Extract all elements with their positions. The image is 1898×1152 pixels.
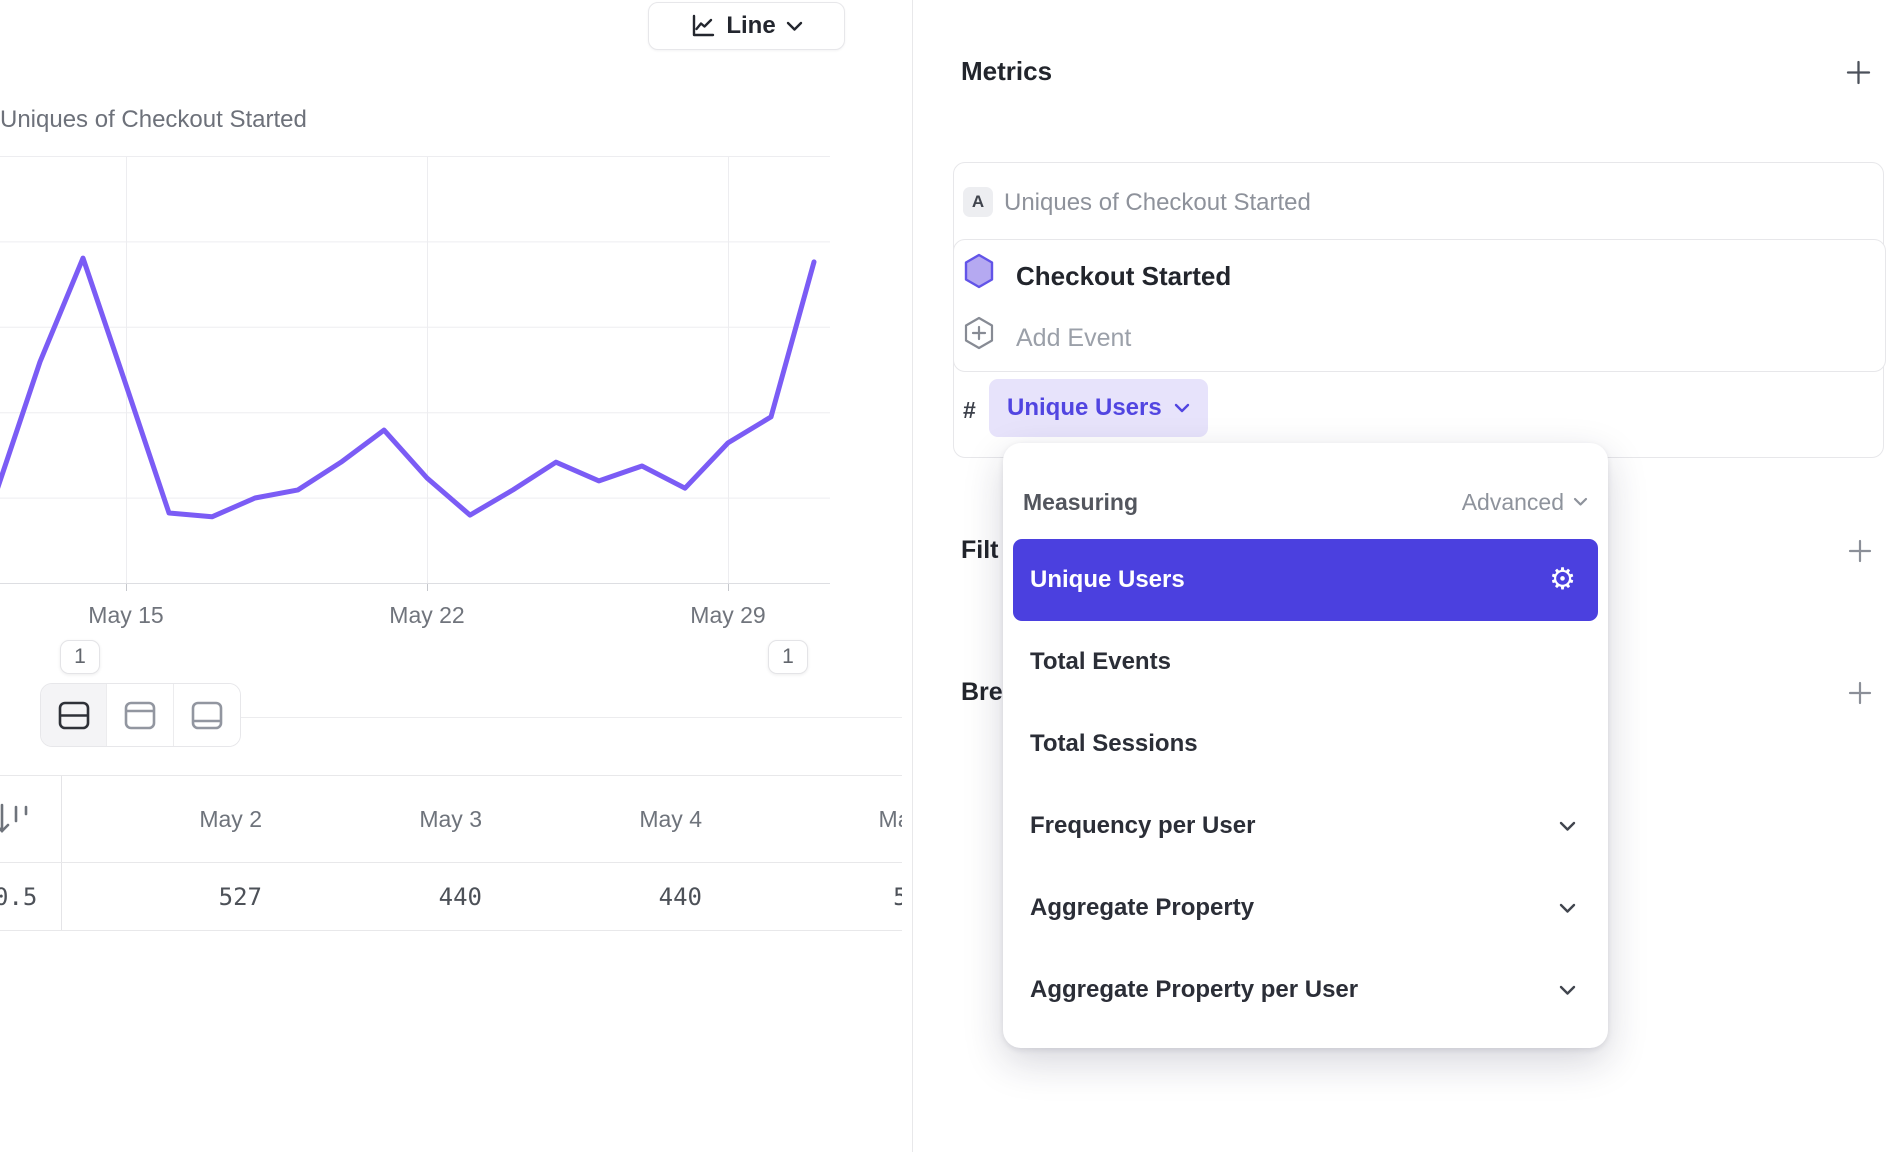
x-axis-tick-label: May 15: [56, 602, 196, 629]
add-metric-button[interactable]: [1844, 58, 1872, 86]
chart-type-button[interactable]: Line: [648, 2, 845, 50]
advanced-mode-selector[interactable]: Advanced: [1462, 489, 1588, 516]
table-sort-cell[interactable]: [0, 776, 62, 862]
measuring-label: Measuring: [1023, 489, 1138, 516]
plus-icon: [1847, 680, 1873, 706]
table-header-row: May 2May 3May 4May: [0, 776, 902, 863]
table-column-header[interactable]: May 4: [502, 776, 722, 862]
measure-selector[interactable]: Unique Users: [989, 379, 1208, 437]
measuring-popup-header: Measuring Advanced: [1003, 443, 1608, 535]
measuring-option-total-sessions[interactable]: Total Sessions: [1013, 703, 1598, 785]
chart-title: Uniques of Checkout Started: [0, 106, 307, 134]
x-axis-tick-label: May 29: [658, 602, 798, 629]
plus-icon: [1845, 59, 1872, 86]
table-row-label-cell: 0.5: [0, 863, 62, 930]
line-chart-icon: [690, 13, 716, 39]
layout-top-button[interactable]: [107, 684, 173, 746]
event-card: Checkout Started Add Event: [953, 239, 1886, 372]
measuring-option-aggregate-property[interactable]: Aggregate Property: [1013, 867, 1598, 949]
metric-card-title: Uniques of Checkout Started: [1004, 189, 1311, 217]
results-table: May 2May 3May 4May 0.5 52744044051: [0, 775, 902, 931]
advanced-label: Advanced: [1462, 489, 1564, 516]
layout-toggle-group: [40, 683, 241, 747]
measure-selector-label: Unique Users: [1007, 394, 1162, 422]
metric-line-series: [0, 258, 814, 517]
table-column-header[interactable]: May: [722, 776, 902, 862]
metric-letter-badge: A: [963, 187, 993, 217]
gear-icon[interactable]: ⚙: [1549, 565, 1576, 595]
table-cell-value: 440: [282, 863, 502, 930]
chevron-down-icon: [1174, 403, 1190, 413]
measure-prefix: #: [963, 397, 976, 424]
add-event-icon[interactable]: [962, 315, 996, 351]
measuring-menu: Unique Users ⚙ Total Events Total Sessions F…: [1003, 535, 1608, 1031]
add-breakdown-button[interactable]: [1846, 679, 1874, 707]
table-cell-value: 51: [722, 863, 902, 930]
measuring-option-label: Total Events: [1030, 648, 1171, 676]
measuring-option-aggregate-property-per-user[interactable]: Aggregate Property per User: [1013, 949, 1598, 1031]
split-horizontal-icon: [58, 701, 90, 730]
annotation-badge[interactable]: 1: [60, 640, 100, 674]
divider: [241, 717, 902, 718]
chart-type-label: Line: [726, 12, 775, 40]
layout-bottom-button[interactable]: [174, 684, 240, 746]
table-cell-value: 527: [62, 863, 282, 930]
measuring-option-frequency-per-user[interactable]: Frequency per User: [1013, 785, 1598, 867]
measuring-option-label: Frequency per User: [1030, 812, 1255, 840]
chevron-down-icon: [1573, 497, 1588, 507]
chevron-down-icon: [1559, 903, 1576, 914]
line-top-icon: [124, 701, 156, 730]
add-event-label[interactable]: Add Event: [1016, 324, 1131, 353]
measuring-option-unique-users[interactable]: Unique Users ⚙: [1013, 539, 1598, 621]
panel-divider: [912, 0, 913, 1152]
measuring-option-label: Aggregate Property: [1030, 894, 1254, 922]
breakdowns-section-title: Bre: [961, 678, 1003, 707]
measuring-option-label: Unique Users: [1030, 566, 1185, 594]
x-axis-tick-label: May 22: [357, 602, 497, 629]
hexagon-icon: [963, 253, 995, 289]
table-value-row: 0.5 52744044051: [0, 863, 902, 931]
chevron-down-icon: [786, 21, 803, 32]
table-column-header[interactable]: May 2: [62, 776, 282, 862]
layout-split-button[interactable]: [41, 684, 107, 746]
measuring-option-label: Total Sessions: [1030, 730, 1198, 758]
filters-section-title: Filt: [961, 536, 999, 565]
sort-descending-icon: [0, 797, 36, 841]
metric-card: A Uniques of Checkout Started Checkout S…: [953, 162, 1884, 458]
row-label: 0.5: [0, 883, 37, 911]
line-chart[interactable]: [0, 156, 830, 600]
table-cell-value: 440: [502, 863, 722, 930]
measuring-option-label: Aggregate Property per User: [1030, 976, 1358, 1004]
measuring-option-total-events[interactable]: Total Events: [1013, 621, 1598, 703]
line-bottom-icon: [191, 701, 223, 730]
chevron-down-icon: [1559, 821, 1576, 832]
metrics-section-title: Metrics: [961, 56, 1052, 87]
add-filter-button[interactable]: [1846, 537, 1874, 565]
measuring-popup: Measuring Advanced Unique Users ⚙ Total Ev…: [1003, 443, 1608, 1048]
table-column-header[interactable]: May 3: [282, 776, 502, 862]
chevron-down-icon: [1559, 985, 1576, 996]
event-name[interactable]: Checkout Started: [1016, 261, 1231, 292]
annotation-badge[interactable]: 1: [768, 640, 808, 674]
plus-icon: [1847, 538, 1873, 564]
